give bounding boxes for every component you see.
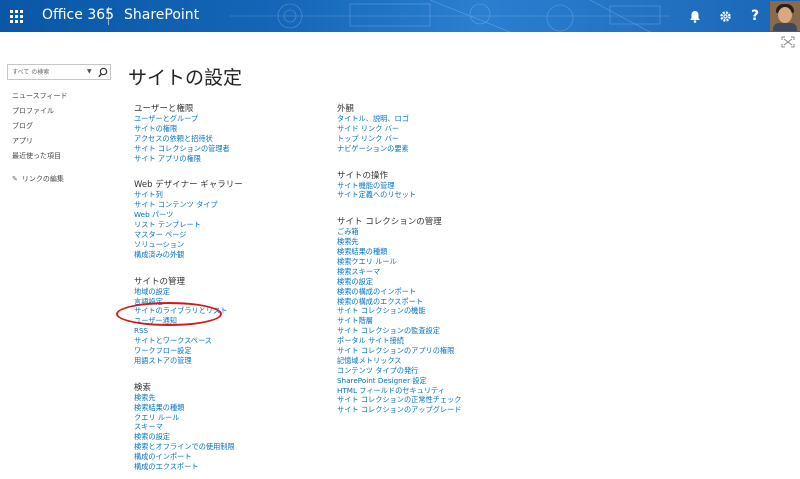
settings-link[interactable]: マスター ページ [134, 230, 324, 240]
search-input[interactable]: すべて の検索 [12, 67, 49, 76]
page-title: サイトの設定 [128, 67, 243, 89]
group-site-collection-administration: サイト コレクションの管理 ごみ箱 検索先 検索結果の種類 検索クエリ ルール … [337, 217, 527, 415]
suite-divider [108, 7, 109, 25]
group-heading: 外観 [337, 104, 355, 114]
group-site-actions: サイトの操作 サイト機能の管理 サイト定義へのリセット [337, 171, 527, 201]
settings-link[interactable]: ポータル サイト接続 [337, 336, 527, 346]
settings-link[interactable]: サイト列 [134, 190, 324, 200]
nav-item-blog[interactable]: ブログ [12, 122, 68, 137]
edit-links-label: リンクの編集 [21, 175, 64, 183]
settings-link[interactable]: タイトル、説明、ロゴ [337, 114, 527, 124]
settings-link[interactable]: トップ リンク バー [337, 134, 527, 144]
nav-item-recent[interactable]: 最近使った項目 [12, 152, 68, 167]
settings-link[interactable]: サイト コレクションの正常性チェック [337, 395, 527, 405]
group-heading: サイト コレクションの管理 [337, 217, 442, 228]
settings-link[interactable]: サイト階層 [337, 316, 527, 326]
focus-on-content-icon[interactable] [781, 36, 795, 48]
settings-link[interactable]: 検索先 [134, 393, 324, 403]
settings-link[interactable]: Web パーツ [134, 210, 324, 220]
settings-link[interactable]: ユーザーとグループ [134, 114, 324, 124]
sharepoint-app-title[interactable]: SharePoint [124, 7, 199, 23]
quick-launch-nav: ニュースフィード プロファイル ブログ アプリ 最近使った項目 [12, 92, 68, 167]
settings-link[interactable]: 構成のエクスポート [134, 462, 324, 472]
settings-link[interactable]: 記憶域メトリックス [337, 356, 527, 366]
settings-link[interactable]: コンテンツ タイプの発行 [337, 366, 527, 376]
user-avatar[interactable] [770, 1, 800, 31]
settings-link[interactable]: サイト コンテンツ タイプ [134, 200, 324, 210]
blueprint-banner-decoration [230, 0, 670, 32]
settings-link[interactable]: 検索の構成のエクスポート [337, 297, 527, 307]
highlight-ellipse-annotation [116, 302, 222, 326]
group-heading: ユーザーと権限 [134, 104, 194, 114]
group-search: 検索 検索先 検索結果の種類 クエリ ルール スキーマ 検索の設定 検索とオフラ… [134, 383, 324, 472]
settings-link[interactable]: クエリ ルール [134, 413, 324, 423]
edit-links-button[interactable]: ✎ リンクの編集 [12, 174, 64, 184]
settings-link[interactable]: サイトの権限 [134, 124, 324, 134]
settings-link[interactable]: 検索先 [337, 237, 527, 247]
settings-link[interactable]: リスト テンプレート [134, 220, 324, 230]
settings-link[interactable]: 構成済みの外観 [134, 250, 324, 260]
settings-link[interactable]: サイト定義へのリセット [337, 190, 527, 200]
settings-link[interactable]: RSS [134, 326, 324, 336]
settings-column-right: 外観 タイトル、説明、ロゴ サイド リンク バー トップ リンク バー ナビゲー… [337, 104, 527, 415]
settings-link[interactable]: 検索結果の種類 [337, 247, 527, 257]
settings-link[interactable]: 地域の設定 [134, 287, 324, 297]
search-icon[interactable] [97, 65, 109, 79]
settings-link[interactable]: ナビゲーションの要素 [337, 144, 527, 154]
settings-link[interactable]: サイド リンク バー [337, 124, 527, 134]
settings-link[interactable]: HTML フィールドのセキュリティ [337, 386, 527, 396]
office365-brand[interactable]: Office 365 [42, 7, 114, 23]
group-heading: Web デザイナー ギャラリー [134, 180, 243, 191]
settings-link[interactable]: ごみ箱 [337, 227, 527, 237]
gear-icon[interactable] [710, 0, 740, 32]
settings-link[interactable]: サイト コレクションの管理者 [134, 144, 324, 154]
nav-item-apps[interactable]: アプリ [12, 137, 68, 152]
bell-icon[interactable] [680, 0, 710, 32]
suite-bar: Office 365 SharePoint ? [0, 0, 800, 32]
group-web-designer-galleries: Web デザイナー ギャラリー サイト列 サイト コンテンツ タイプ Web パ… [134, 180, 324, 259]
group-heading: 検索 [134, 382, 152, 393]
settings-link[interactable]: サイト コレクションのアプリの権限 [337, 346, 527, 356]
settings-link[interactable]: ソリューション [134, 240, 324, 250]
settings-link[interactable]: 検索クエリ ルール [337, 257, 527, 267]
settings-link[interactable]: サイト コレクションのアップグレード [337, 405, 527, 415]
app-launcher-waffle-icon[interactable] [0, 0, 32, 32]
group-users-permissions: ユーザーと権限 ユーザーとグループ サイトの権限 アクセスの依頼と招待状 サイト… [134, 104, 324, 163]
search-scope-dropdown-icon[interactable]: ▼ [87, 68, 92, 75]
settings-link[interactable]: サイト アプリの権限 [134, 154, 324, 164]
settings-link[interactable]: アクセスの依頼と招待状 [134, 134, 324, 144]
settings-link[interactable]: サイト コレクションの監査設定 [337, 326, 527, 336]
settings-link[interactable]: スキーマ [134, 422, 324, 432]
pencil-icon: ✎ [12, 175, 18, 183]
settings-link[interactable]: 検索スキーマ [337, 267, 527, 277]
settings-column-left: ユーザーと権限 ユーザーとグループ サイトの権限 アクセスの依頼と招待状 サイト… [134, 104, 324, 472]
nav-item-profile[interactable]: プロファイル [12, 107, 68, 122]
settings-link[interactable]: 検索の設定 [134, 432, 324, 442]
settings-link[interactable]: サイト機能の管理 [337, 181, 527, 191]
settings-link[interactable]: 検索の設定 [337, 277, 527, 287]
settings-link[interactable]: 検索の構成のインポート [337, 287, 527, 297]
settings-link[interactable]: 検索結果の種類 [134, 403, 324, 413]
help-icon[interactable]: ? [740, 0, 770, 32]
settings-link[interactable]: 検索とオフラインでの使用制限 [134, 442, 324, 452]
search-box[interactable]: すべて の検索 ▼ [7, 64, 111, 80]
settings-link[interactable]: SharePoint Designer 設定 [337, 376, 527, 386]
settings-link[interactable]: 用語ストアの管理 [134, 356, 324, 366]
settings-link[interactable]: サイト コレクションの機能 [337, 306, 527, 316]
nav-item-newsfeed[interactable]: ニュースフィード [12, 92, 68, 107]
group-heading: サイトの操作 [337, 170, 389, 181]
group-heading: サイトの管理 [134, 276, 186, 287]
settings-link[interactable]: ワークフロー設定 [134, 346, 324, 356]
settings-link[interactable]: 構成のインポート [134, 452, 324, 462]
group-look-and-feel: 外観 タイトル、説明、ロゴ サイド リンク バー トップ リンク バー ナビゲー… [337, 104, 527, 154]
settings-link[interactable]: サイトとワークスペース [134, 336, 324, 346]
